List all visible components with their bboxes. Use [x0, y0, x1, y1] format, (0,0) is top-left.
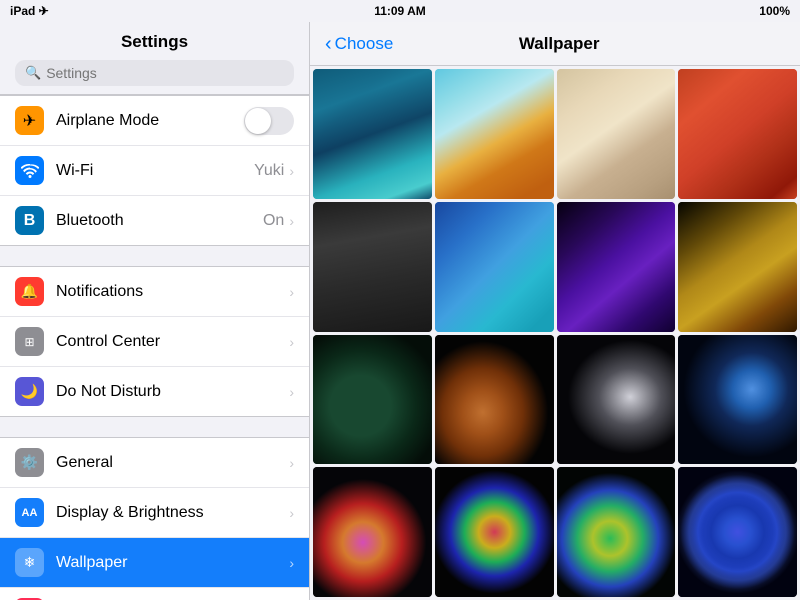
back-label[interactable]: Choose — [335, 34, 394, 54]
sidebar-header: Settings 🔍 — [0, 22, 309, 95]
airplane-toggle[interactable] — [244, 107, 294, 135]
wallpaper-item-16[interactable] — [678, 467, 797, 597]
wallpaper-grid — [310, 66, 800, 600]
general-label: General — [56, 454, 289, 472]
battery-status: 100% — [759, 4, 790, 18]
search-icon: 🔍 — [25, 65, 41, 81]
back-button[interactable]: ‹ Choose — [325, 34, 393, 54]
bluetooth-label: Bluetooth — [56, 212, 263, 230]
status-bar-left: iPad ✈ — [10, 4, 49, 18]
right-panel: ‹ Choose Wallpaper — [310, 22, 800, 600]
wallpaper-item-8[interactable] — [678, 202, 797, 332]
wallpaper-item-1[interactable] — [313, 69, 432, 199]
wallpaper-item-7[interactable] — [557, 202, 676, 332]
wifi-icon — [15, 156, 44, 185]
settings-list: ✈ Airplane Mode Wi-Fi Yuki › B — [0, 95, 309, 600]
wallpaper-item-4[interactable] — [678, 69, 797, 199]
settings-section-1: ✈ Airplane Mode Wi-Fi Yuki › B — [0, 95, 309, 246]
status-bar-time: 11:09 AM — [374, 4, 426, 18]
sidebar: Settings 🔍 ✈ Airplane Mode — [0, 22, 310, 600]
sidebar-item-wifi[interactable]: Wi-Fi Yuki › — [0, 146, 309, 196]
sidebar-item-general[interactable]: ⚙️ General › — [0, 438, 309, 488]
notifications-label: Notifications — [56, 283, 289, 301]
general-icon: ⚙️ — [15, 448, 44, 477]
donotdisturb-icon: 🌙 — [15, 377, 44, 406]
status-bar: iPad ✈ 11:09 AM 100% — [0, 0, 800, 22]
sidebar-item-controlcenter[interactable]: ⊞ Control Center › — [0, 317, 309, 367]
wallpaper-item-9[interactable] — [313, 335, 432, 465]
status-bar-right: 100% — [759, 4, 790, 18]
wallpaper-item-13[interactable] — [313, 467, 432, 597]
donotdisturb-label: Do Not Disturb — [56, 383, 289, 401]
settings-section-3: ⚙️ General › AA Display & Brightness › ❄… — [0, 437, 309, 600]
notifications-icon: 🔔 — [15, 277, 44, 306]
notifications-arrow: › — [289, 284, 294, 300]
wifi-label: Wi-Fi — [56, 162, 254, 180]
sidebar-item-airplane[interactable]: ✈ Airplane Mode — [0, 96, 309, 146]
back-chevron-icon: ‹ — [325, 34, 332, 54]
wallpaper-page-title: Wallpaper — [393, 34, 725, 54]
sidebar-item-display[interactable]: AA Display & Brightness › — [0, 488, 309, 538]
display-icon: AA — [15, 498, 44, 527]
airplane-label: Airplane Mode — [56, 112, 244, 130]
display-label: Display & Brightness — [56, 504, 289, 522]
wallpaper-item-5[interactable] — [313, 202, 432, 332]
sidebar-item-notifications[interactable]: 🔔 Notifications › — [0, 267, 309, 317]
wallpaper-item-12[interactable] — [678, 335, 797, 465]
wallpaper-item-11[interactable] — [557, 335, 676, 465]
bluetooth-arrow: › — [289, 213, 294, 229]
search-input[interactable] — [46, 65, 284, 81]
controlcenter-arrow: › — [289, 334, 294, 350]
app-body: Settings 🔍 ✈ Airplane Mode — [0, 22, 800, 600]
wifi-arrow: › — [289, 163, 294, 179]
settings-section-2: 🔔 Notifications › ⊞ Control Center › 🌙 D… — [0, 266, 309, 417]
airplane-icon: ✈ — [15, 106, 44, 135]
controlcenter-label: Control Center — [56, 333, 289, 351]
ipad-label: iPad ✈ — [10, 4, 49, 18]
sidebar-item-bluetooth[interactable]: B Bluetooth On › — [0, 196, 309, 245]
wallpaper-icon: ❄ — [15, 548, 44, 577]
general-arrow: › — [289, 455, 294, 471]
wallpaper-item-15[interactable] — [557, 467, 676, 597]
wallpaper-item-14[interactable] — [435, 467, 554, 597]
controlcenter-icon: ⊞ — [15, 327, 44, 356]
right-header: ‹ Choose Wallpaper — [310, 22, 800, 66]
bluetooth-value: On — [263, 212, 284, 230]
sidebar-item-sounds[interactable]: 🔊 Sounds › — [0, 588, 309, 600]
wallpaper-item-10[interactable] — [435, 335, 554, 465]
wifi-value: Yuki — [254, 162, 284, 180]
wallpaper-item-2[interactable] — [435, 69, 554, 199]
donotdisturb-arrow: › — [289, 384, 294, 400]
sidebar-item-wallpaper[interactable]: ❄ Wallpaper › — [0, 538, 309, 588]
wallpaper-item-3[interactable] — [557, 69, 676, 199]
sidebar-item-donotdisturb[interactable]: 🌙 Do Not Disturb › — [0, 367, 309, 416]
display-arrow: › — [289, 505, 294, 521]
search-box[interactable]: 🔍 — [15, 60, 294, 86]
wallpaper-item-6[interactable] — [435, 202, 554, 332]
bluetooth-icon: B — [15, 206, 44, 235]
wallpaper-arrow: › — [289, 555, 294, 571]
sidebar-title: Settings — [15, 32, 294, 52]
wallpaper-label: Wallpaper — [56, 554, 289, 572]
